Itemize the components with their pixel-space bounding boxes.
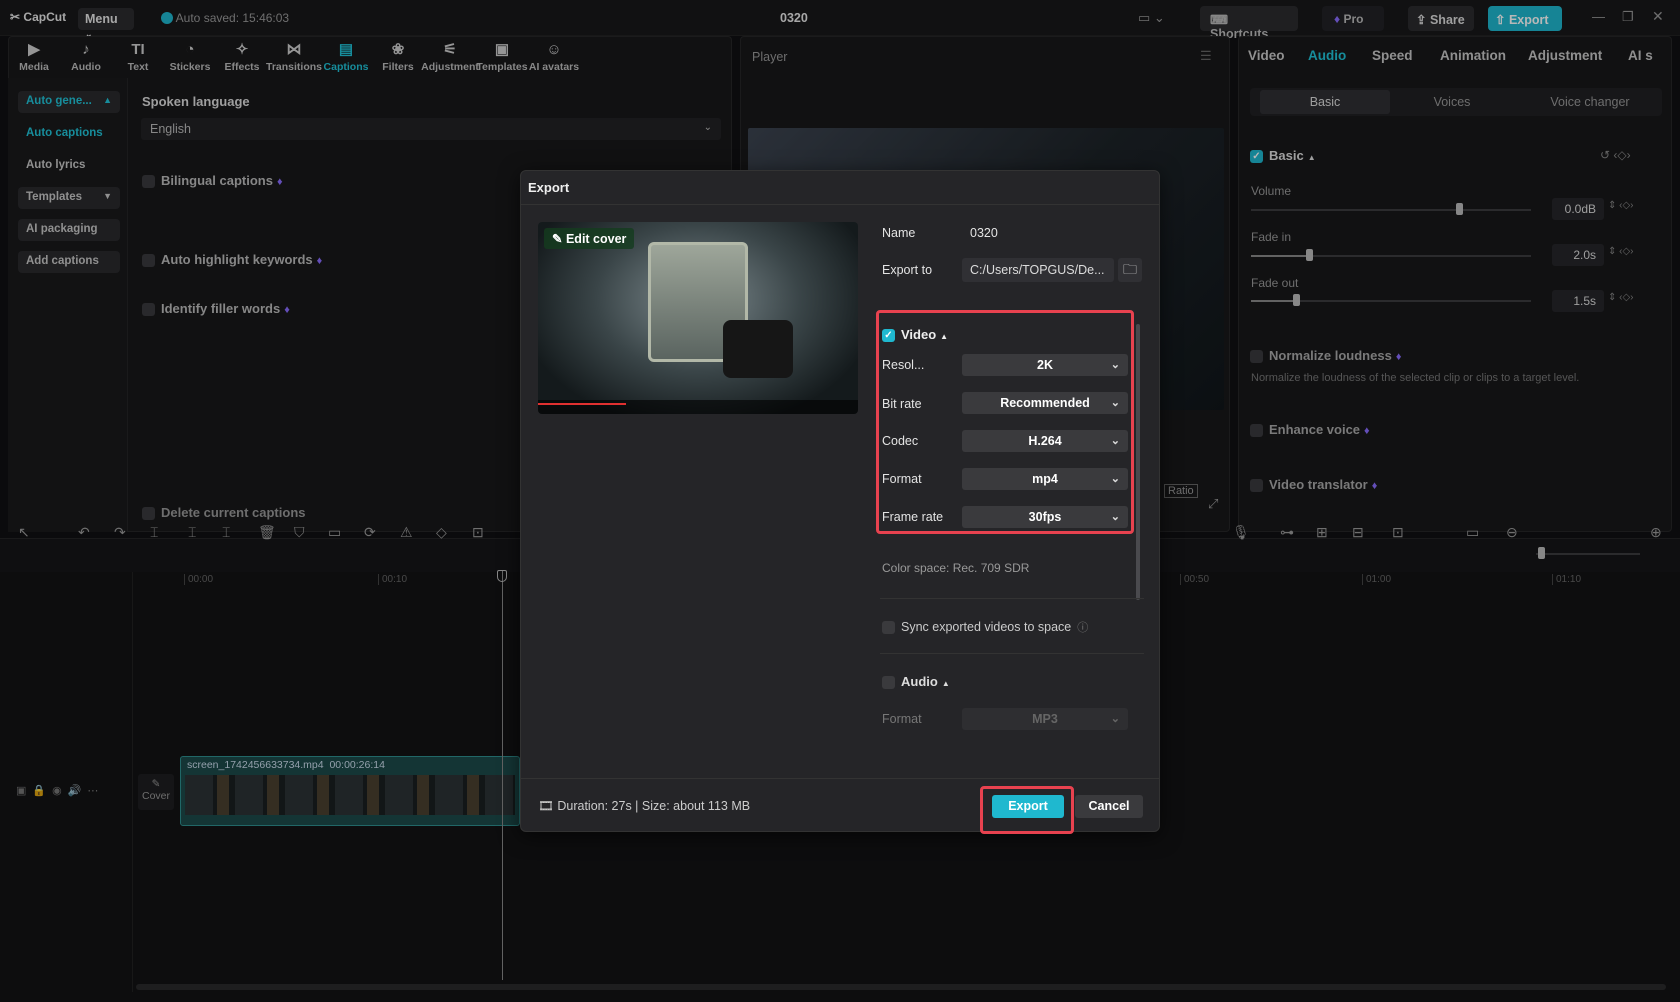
sync-space-option[interactable]: Sync exported videos to spaceⓘ <box>882 619 1088 635</box>
thumbnail-playbar <box>538 400 858 414</box>
audio-format-label: Format <box>882 712 922 726</box>
bitrate-select[interactable]: Recommended⌄ <box>962 392 1128 414</box>
export-summary: 🎞 Duration: 27s | Size: about 113 MB <box>538 799 750 814</box>
checkbox[interactable] <box>882 621 895 634</box>
checkbox[interactable] <box>882 676 895 689</box>
audio-format-select[interactable]: MP3⌄ <box>962 708 1128 730</box>
chevron-down-icon: ⌄ <box>1111 468 1120 490</box>
info-icon: ⓘ <box>1077 622 1088 634</box>
divider <box>520 778 1160 779</box>
resolution-select[interactable]: 2K⌄ <box>962 354 1128 376</box>
dialog-scrollbar[interactable] <box>1136 324 1140 600</box>
name-label: Name <box>882 226 915 240</box>
folder-icon[interactable]: 🗀 <box>1118 258 1142 282</box>
cover-thumbnail[interactable]: ✎ Edit cover <box>538 222 858 414</box>
export-button[interactable]: Export <box>992 795 1064 818</box>
export-to-label: Export to <box>882 263 932 277</box>
film-icon: 🎞 <box>538 799 554 813</box>
divider <box>520 204 1160 205</box>
codec-select[interactable]: H.264⌄ <box>962 430 1128 452</box>
pencil-icon: ✎ <box>552 232 562 246</box>
framerate-label: Frame rate <box>882 510 943 524</box>
chevron-down-icon: ⌄ <box>1111 354 1120 376</box>
thumbnail-object <box>723 320 793 378</box>
video-settings-highlight <box>876 310 1134 534</box>
checkbox-checked[interactable]: ✓ <box>882 329 895 342</box>
codec-label: Codec <box>882 434 918 448</box>
chevron-down-icon: ⌄ <box>1111 430 1120 452</box>
divider <box>880 653 1144 654</box>
chevron-up-icon: ▲ <box>942 679 950 688</box>
color-space-info: Color space: Rec. 709 SDR <box>882 561 1029 575</box>
resolution-label: Resol... <box>882 358 924 372</box>
chevron-down-icon: ⌄ <box>1111 392 1120 414</box>
framerate-select[interactable]: 30fps⌄ <box>962 506 1128 528</box>
cancel-button[interactable]: Cancel <box>1075 795 1143 818</box>
divider <box>880 598 1144 599</box>
export-dialog-title: Export <box>528 180 569 195</box>
name-value[interactable]: 0320 <box>970 226 998 240</box>
edit-cover-button[interactable]: ✎ Edit cover <box>544 228 634 249</box>
format-label: Format <box>882 472 922 486</box>
bitrate-label: Bit rate <box>882 397 922 411</box>
format-select[interactable]: mp4⌄ <box>962 468 1128 490</box>
chevron-down-icon: ⌄ <box>1111 708 1120 730</box>
chevron-down-icon: ⌄ <box>1111 506 1120 528</box>
chevron-up-icon: ▲ <box>940 332 948 341</box>
audio-section-toggle[interactable]: Audio▲ <box>882 674 950 689</box>
export-path-field[interactable]: C:/Users/TOPGUS/De... <box>962 258 1114 282</box>
video-section-toggle[interactable]: ✓Video▲ <box>882 327 948 342</box>
